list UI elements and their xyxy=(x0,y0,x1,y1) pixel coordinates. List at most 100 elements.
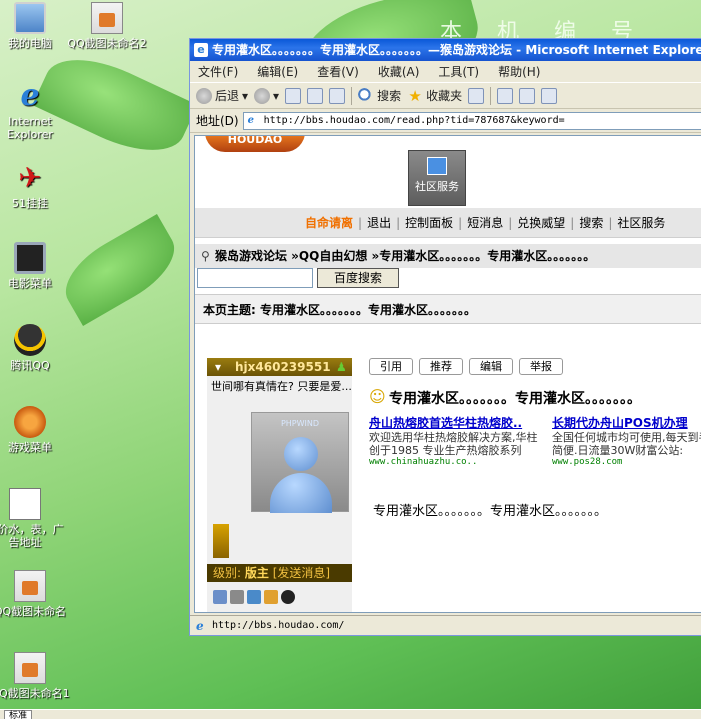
desktop-icon-screenshot[interactable]: QQ截图未命名 xyxy=(0,570,75,618)
user-panel: hjx460239551 ♟ 世间哪有真情在? 只要是爱....!! PHPWI… xyxy=(207,358,352,612)
text-file-icon xyxy=(9,488,41,520)
post-body: 专用灌水区。。。。。。。专用灌水区。。。。。。。 xyxy=(373,504,608,519)
address-bar: 地址(D) http://bbs.houdao.com/read.php?tid… xyxy=(190,109,701,133)
menu-favorites[interactable]: 收藏(A) xyxy=(378,63,420,80)
nav-messages[interactable]: 短消息 xyxy=(467,214,503,231)
image-file-icon xyxy=(14,652,46,684)
window-title: 专用灌水区。。。。。。。专用灌水区。。。。。。。—猴岛游戏论坛 - Micros… xyxy=(212,43,701,57)
document-icon[interactable] xyxy=(230,590,244,604)
internet-explorer-icon: e xyxy=(20,78,40,113)
add-friend-icon[interactable] xyxy=(247,590,261,604)
image-file-icon xyxy=(91,2,123,34)
desktop-icon-screenshot-2[interactable]: QQ截图未命名2 xyxy=(62,2,152,50)
nav-community[interactable]: 社区服务 xyxy=(617,214,665,231)
print-icon[interactable] xyxy=(519,87,536,104)
taskbar: 标准 xyxy=(0,709,701,719)
send-message-link[interactable]: [发送消息] xyxy=(273,566,330,580)
search-icon xyxy=(358,87,375,104)
browser-window: e 专用灌水区。。。。。。。专用灌水区。。。。。。。—猴岛游戏论坛 - Micr… xyxy=(189,38,701,636)
topic-heading: 本页主题: 专用灌水区。。。。。。。专用灌水区。。。。。。。 xyxy=(195,294,701,324)
desktop-icon-screenshot-1[interactable]: QQ截图未命名1 xyxy=(0,652,75,700)
taskbar-item[interactable]: 标准 xyxy=(4,710,33,719)
edit-icon[interactable] xyxy=(541,87,558,104)
user-signature: 世间哪有真情在? 只要是爱....!! xyxy=(211,380,352,393)
chevron-down-icon: ▾ xyxy=(242,88,249,103)
toolbar-divider xyxy=(490,86,492,105)
internet-explorer-icon: e xyxy=(194,43,208,57)
qq-icon[interactable] xyxy=(281,590,295,604)
ad-item[interactable]: 长期代办舟山POS机办理 全国任何城市均可使用,每天到手续简便.日流量30W财富… xyxy=(552,414,701,467)
forward-button[interactable]: ▾ xyxy=(254,87,279,104)
medal-icon xyxy=(213,524,229,558)
page-content: HOUDAO 社区服务 自命请离 | 退出 | 控制面板 | 短消息 | 兑换威望 | 搜… xyxy=(194,135,701,613)
menu-bar: 文件(F) 编辑(E) 查看(V) 收藏(A) 工具(T) 帮助(H) xyxy=(190,61,701,83)
nav-logout[interactable]: 退出 xyxy=(367,214,391,231)
ad-body: 全国任何城市均可使用,每天到手续简便.日流量30W财富公站: xyxy=(552,431,701,457)
forum-nav: 自命请离 | 退出 | 控制面板 | 短消息 | 兑换威望 | 搜索 | 社区服务 xyxy=(195,208,701,238)
avatar[interactable]: PHPWIND xyxy=(251,412,349,513)
menu-help[interactable]: 帮助(H) xyxy=(498,63,540,80)
community-service-tile[interactable]: 社区服务 xyxy=(408,150,466,206)
ad-url[interactable]: www.pos28.com xyxy=(552,457,701,467)
baidu-search-button[interactable]: 百度搜索 xyxy=(317,268,399,288)
post-title: 专用灌水区。。。。。。。专用灌水区。。。。。。。 xyxy=(369,387,641,408)
back-arrow-icon xyxy=(196,87,212,104)
ad-item[interactable]: 舟山热熔胶首选华柱热熔胶.. 欢迎选用华柱热熔胶解决方案,华柱创于1985 专业… xyxy=(369,414,544,467)
nav-control-panel[interactable]: 控制面板 xyxy=(405,214,453,231)
51guagua-icon: ✈ xyxy=(18,161,42,194)
mail-icon[interactable] xyxy=(497,87,514,104)
toolbar-divider xyxy=(351,86,353,105)
email-icon[interactable] xyxy=(264,590,278,604)
nav-search[interactable]: 搜索 xyxy=(579,214,603,231)
window-titlebar[interactable]: e 专用灌水区。。。。。。。专用灌水区。。。。。。。—猴岛游戏论坛 - Micr… xyxy=(190,39,701,61)
desktop-icon-movie-menu[interactable]: 电影菜单 xyxy=(0,242,75,290)
nav-self-destruct[interactable]: 自命请离 xyxy=(305,214,353,231)
menu-tools[interactable]: 工具(T) xyxy=(438,63,479,80)
image-file-icon xyxy=(14,570,46,602)
address-input[interactable]: http://bbs.houdao.com/read.php?tid=78768… xyxy=(242,111,701,130)
desktop-icon-qq[interactable]: 腾讯QQ xyxy=(0,324,75,372)
forward-arrow-icon xyxy=(254,87,271,104)
ad-title[interactable]: 舟山热熔胶首选华柱热熔胶.. xyxy=(369,414,544,431)
site-logo[interactable]: HOUDAO xyxy=(205,136,305,152)
user-action-icons xyxy=(213,590,295,604)
media-icon[interactable] xyxy=(468,87,485,104)
report-button[interactable]: 举报 xyxy=(519,358,563,375)
search-input[interactable] xyxy=(197,268,313,288)
star-icon: ★ xyxy=(408,86,422,105)
edit-button[interactable]: 编辑 xyxy=(469,358,513,375)
stop-icon[interactable] xyxy=(285,87,302,104)
online-status-icon: ♟ xyxy=(336,360,347,374)
menu-edit[interactable]: 编辑(E) xyxy=(257,63,298,80)
toolbar: 后退 ▾ ▾ 搜索 ★ 收藏夹 xyxy=(190,83,701,109)
username[interactable]: hjx460239551 ♟ xyxy=(207,358,352,376)
ad-body: 欢迎选用华柱热熔胶解决方案,华柱创于1985 专业生产热熔胶系列 xyxy=(369,431,538,457)
profile-icon[interactable] xyxy=(213,590,227,604)
ad-url[interactable]: www.chinahuazhu.co.. xyxy=(369,457,544,467)
search-row: 百度搜索 xyxy=(197,268,399,288)
desktop-icon-51guagua[interactable]: ✈ 51挂挂 xyxy=(0,161,75,211)
menu-file[interactable]: 文件(F) xyxy=(198,63,238,80)
search-button[interactable]: 搜索 xyxy=(358,87,401,104)
notepad-icon xyxy=(427,157,447,175)
ad-block: 舟山热熔胶首选华柱热熔胶.. 欢迎选用华柱热熔胶解决方案,华柱创于1985 专业… xyxy=(369,414,701,467)
movie-menu-icon xyxy=(14,242,46,274)
favorites-button[interactable]: ★ 收藏夹 xyxy=(407,87,462,104)
breadcrumb[interactable]: 猴岛游戏论坛 »QQ自由幻想 »专用灌水区。。。。。。。专用灌水区。。。。。。。 xyxy=(195,244,701,268)
menu-view[interactable]: 查看(V) xyxy=(317,63,359,80)
game-menu-icon xyxy=(14,406,46,438)
desktop-icon-game-menu[interactable]: 游戏菜单 xyxy=(0,406,75,454)
quote-button[interactable]: 引用 xyxy=(369,358,413,375)
ad-title[interactable]: 长期代办舟山POS机办理 xyxy=(552,414,701,431)
post-actions: 引用 推荐 编辑 举报 xyxy=(369,358,563,375)
recommend-button[interactable]: 推荐 xyxy=(419,358,463,375)
desktop-icon-price-list[interactable]: 酒价水，表，广告地址 xyxy=(0,488,65,549)
user-level: 级别: 版主 [发送消息] xyxy=(207,564,352,582)
desktop-icon-internet-explorer[interactable]: e Internet Explorer xyxy=(0,78,75,142)
status-bar: http://bbs.houdao.com/ xyxy=(190,615,701,636)
qq-penguin-icon xyxy=(14,324,46,356)
home-icon[interactable] xyxy=(329,87,346,104)
back-button[interactable]: 后退 ▾ xyxy=(196,87,248,104)
refresh-icon[interactable] xyxy=(307,87,324,104)
nav-exchange[interactable]: 兑换威望 xyxy=(517,214,565,231)
